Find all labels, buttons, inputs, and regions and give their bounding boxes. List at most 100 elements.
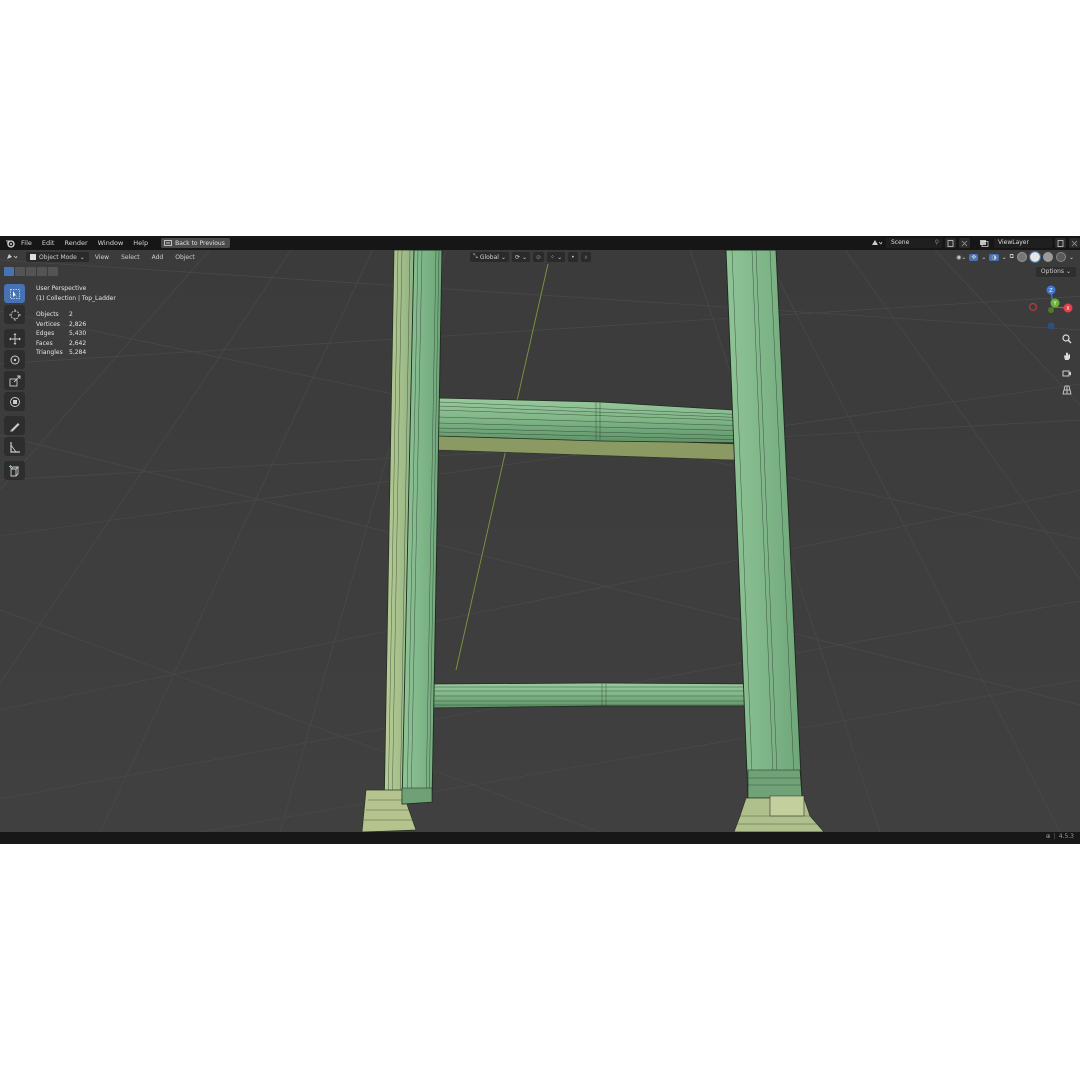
scene-selector[interactable]: Scene ⚲ [871,238,970,248]
stat-value: 2,826 [69,320,87,328]
cursor-arrow-icon [9,288,20,299]
pivot-point-dropdown[interactable]: ⟳ ⌄ [511,252,531,262]
rotate-tool[interactable] [4,350,25,369]
options-dropdown[interactable]: Options ⌄ [1035,267,1076,277]
measure-tool[interactable] [4,437,25,456]
object-mode-label: Object Mode [39,253,77,261]
scene-name-field[interactable]: Scene ⚲ [886,238,942,248]
menu-edit[interactable]: Edit [37,236,60,250]
viewport-header: Object Mode ⌄ View Select Add Object ⤡ G… [0,250,1080,264]
menu-render[interactable]: Render [59,236,92,250]
transform-icon [9,396,20,407]
scene-statistics: Objects 2 Vertices 2,826 Edges 5,430 Faces 2… [36,310,116,358]
lower-rung [429,682,768,709]
crosshair-icon [8,308,21,321]
move-tool[interactable] [4,329,25,348]
gizmo-z-label: Z [1049,288,1053,294]
navigation-gizmo[interactable]: Z X Y [1026,284,1078,330]
gizmo-neg-z[interactable] [1047,322,1055,330]
selection-mode-buttons [4,267,58,276]
viewport-menu-view[interactable]: View [89,254,115,261]
transform-tool[interactable] [4,392,25,411]
pencil-icon [9,422,19,431]
select-subtract-icon[interactable] [26,267,36,276]
zoom-icon[interactable] [1060,332,1073,345]
orientation-label: Global [479,253,499,261]
status-bar: ⊕ | 4.5.3 [0,832,1080,844]
top-right-controls: Scene ⚲ ViewLayer [871,236,1080,250]
rotate-icon [10,355,19,364]
scene-icon [872,240,883,245]
blender-logo-icon[interactable] [4,238,16,248]
stat-label: Triangles [36,349,63,357]
pan-hand-icon[interactable] [1060,349,1073,362]
stat-value: 2 [69,311,73,318]
camera-view-icon[interactable] [1060,366,1073,379]
rendered-shading-icon[interactable] [1055,252,1066,262]
xray-toggle-icon[interactable]: ⧉ [1010,253,1014,261]
top-menu-bar: File Edit Render Window Help Back to Pre… [0,236,1080,250]
delete-scene-icon[interactable] [959,238,970,248]
object-mode-icon [30,254,36,260]
version-label: 4.5.3 [1058,833,1074,840]
active-collection: (1) Collection | Top_Ladder [36,295,116,302]
select-intersect-icon[interactable] [48,267,58,276]
gizmo-neg-y[interactable] [1048,307,1054,313]
stat-value: 2,642 [69,339,87,347]
pin-icon: ⚲ [934,239,939,246]
viewport-menu-object[interactable]: Object [169,254,201,261]
stat-value: 5,430 [69,330,87,338]
scale-tool[interactable] [4,371,25,390]
pivot-icon: ⟳ [514,253,521,261]
menu-file[interactable]: File [16,236,37,250]
material-shading-icon[interactable] [1042,252,1053,262]
move-arrows-icon [8,332,21,345]
snap-toggle[interactable]: ⊘ [533,252,545,262]
perspective-toggle-icon[interactable] [1060,383,1073,396]
viewport-menu-add[interactable]: Add [146,254,170,261]
visibility-icon[interactable]: ◉⌄ [956,254,966,261]
select-invert-icon[interactable] [37,267,47,276]
back-button-label: Back to Previous [175,239,225,247]
viewport-menu-select[interactable]: Select [115,254,146,261]
stat-label: Edges [36,330,55,338]
delete-view-layer-icon[interactable] [1069,238,1080,248]
new-scene-icon[interactable] [945,238,956,248]
add-cube-tool[interactable] [4,461,25,480]
select-box-tool[interactable] [4,284,25,303]
object-mode-dropdown[interactable]: Object Mode ⌄ [26,252,89,262]
chevron-down-icon: ⌄ [500,253,506,261]
overlays-toggle-icon[interactable]: ◑ [989,253,999,261]
add-cube-icon [8,464,19,476]
view-layer-name-field[interactable]: ViewLayer [994,238,1052,248]
new-view-layer-icon[interactable] [1055,238,1066,248]
navigation-controls [1060,332,1074,400]
transform-orientation-dropdown[interactable]: ⤡ Global ⌄ [470,252,509,262]
proportional-edit-toggle[interactable]: • [568,252,578,262]
3d-viewport[interactable] [0,250,1080,832]
select-extend-icon[interactable] [15,267,25,276]
menu-help[interactable]: Help [128,236,153,250]
solid-shading-icon[interactable] [1028,251,1041,263]
annotate-tool[interactable] [4,416,25,435]
editor-type-icon[interactable] [6,252,20,262]
proportional-icon: • [571,253,575,261]
wireframe-shading-icon[interactable] [1016,252,1027,262]
select-new-icon[interactable] [4,267,14,276]
falloff-dropdown[interactable]: ∧ [580,252,592,262]
view-layer-selector[interactable]: ViewLayer [979,238,1080,248]
gizmo-toggle-icon[interactable]: ✥ [969,253,979,261]
view-layer-icon [980,240,989,247]
gizmo-neg-x[interactable] [1028,302,1038,312]
cursor-tool[interactable] [4,305,25,324]
orientation-icon: ⤡ [473,253,478,260]
stat-label: Faces [36,339,53,347]
shading-options-icon[interactable]: ⌄ [1069,254,1074,261]
snap-target-dropdown[interactable]: ⁘ ⌄ [547,252,566,262]
transform-controls: ⤡ Global ⌄ ⟳ ⌄ ⊘ ⁘ ⌄ • ∧ [470,252,592,262]
back-icon [164,240,172,246]
viewport-info-overlay: User Perspective (1) Collection | Top_La… [36,284,116,358]
back-to-previous-button[interactable]: Back to Previous [161,238,230,248]
menu-window[interactable]: Window [93,236,129,250]
ruler-icon [9,441,20,453]
